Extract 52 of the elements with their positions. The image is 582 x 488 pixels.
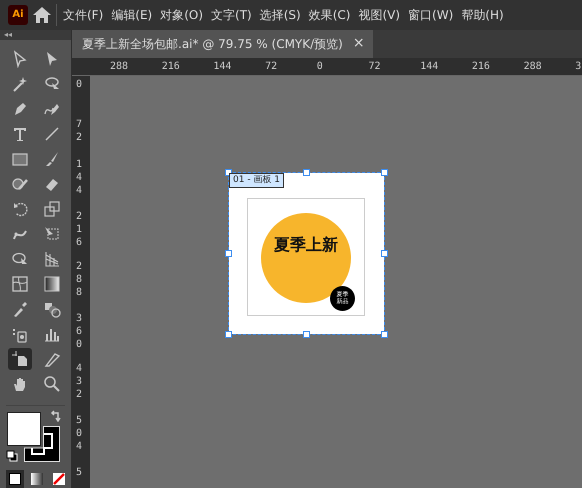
menu-item[interactable]: 视图(V) [356,6,402,24]
ruler-label: 288 [76,260,84,299]
selection-handle[interactable] [225,250,232,257]
ruler-label: 144 [213,62,232,72]
ruler-label: 216 [472,62,490,72]
document-tab[interactable]: 夏季上新全场包邮.ai* @ 79.75 % (CMYK/预览) × [72,30,373,58]
ruler-label: 288 [524,62,542,72]
ruler-origin-box[interactable] [72,58,90,76]
ruler-label: 288 [110,62,128,72]
menu-item[interactable]: 文件(F) [61,6,106,24]
color-mode-button[interactable] [6,470,24,488]
menu-item[interactable]: 对象(O) [158,6,206,24]
poster-headline: 夏季上新 [273,234,339,256]
default-colors-icon[interactable] [6,450,18,462]
none-mode-button[interactable] [50,470,68,488]
ruler-label: 5 [76,466,84,479]
ruler-label: 0 [316,62,323,72]
menu-item[interactable]: 帮助(H) [459,6,506,24]
close-button[interactable]: × [342,33,365,54]
ruler-label: 72 [265,62,278,72]
stroke-swatch[interactable] [24,426,60,462]
menu-item[interactable]: 文字(T) [209,6,254,24]
swap-icon[interactable] [50,410,62,422]
menu-item[interactable]: 选择(S) [258,6,303,24]
ruler-label: 72 [368,62,381,72]
selection-handle[interactable] [303,168,310,176]
ruler-label: 504 [76,414,84,453]
ruler-label: 144 [420,62,438,72]
home-icon[interactable] [32,6,52,24]
selection-handle[interactable] [225,330,232,338]
ruler-label: 360 [76,312,84,351]
selection-handle[interactable] [303,330,310,338]
menu-item[interactable]: 窗口(W) [406,6,456,24]
ruler-label: 0 [76,78,84,91]
ruler-label: 216 [162,62,180,72]
selection-handle[interactable] [381,330,388,338]
artboard-label: 01 - 画板 1 [229,172,284,188]
ruler-label: 432 [76,362,84,401]
collapse-button[interactable]: ◂◂ [0,30,71,40]
app-logo[interactable]: Ai [8,4,28,25]
ruler-label: 216 [76,210,84,249]
ruler-label: 144 [76,158,84,197]
menu-item[interactable]: 效果(C) [306,6,352,24]
menu-item[interactable]: 编辑(E) [109,6,154,24]
fill-swatch[interactable] [7,412,41,446]
gradient-mode-button[interactable] [28,470,46,488]
ruler-label: 3 [575,62,582,72]
artboard-icon[interactable] [8,348,32,370]
selection-handle[interactable] [381,168,388,176]
selection-handle[interactable] [381,250,388,257]
tab-title: 夏季上新全场包邮.ai* @ 79.75 % (CMYK/预览) [82,36,343,53]
ruler-label: 72 [76,118,84,144]
